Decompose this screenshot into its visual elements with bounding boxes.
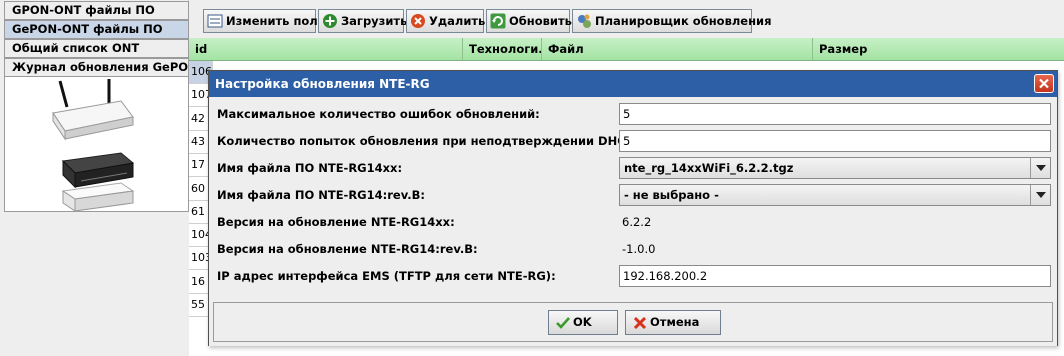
sidebar-item-gpon-firmware[interactable]: GPON-ONT файлы ПО (4, 1, 189, 20)
dhcp-attempts-label: Количество попыток обновления при неподт… (217, 134, 639, 148)
close-button[interactable] (1034, 74, 1054, 93)
delete-icon (411, 14, 425, 28)
update-scheduler-button[interactable]: Планировщик обновления (572, 9, 771, 33)
ems-ip-input[interactable] (619, 265, 1051, 287)
nte-rg-update-settings-dialog: Настройка обновления NTE-RG Максимальное… (208, 70, 1058, 346)
edit-fields-label: Изменить поля (226, 14, 326, 28)
sidebar-item-ont-list[interactable]: Общий список ONT (4, 39, 189, 58)
chevron-down-icon[interactable] (1030, 158, 1050, 178)
checkmark-icon (556, 317, 570, 329)
fw-rg14-revb-selected-value: - не выбрано - (624, 188, 719, 202)
cancel-label: Отмена (650, 315, 700, 329)
refresh-button[interactable]: Обновить (486, 9, 572, 33)
dialog-body: Максимальное количество ошибок обновлени… (209, 97, 1057, 346)
ver-rg14-revb-label: Версия на обновление NTE-RG14:rev.B: (217, 242, 478, 256)
device-images-panel (4, 76, 189, 212)
plus-icon (323, 14, 337, 28)
column-header-file[interactable]: Файл (542, 38, 813, 61)
fw-rg14-revb-label: Имя файла ПО NTE-RG14:rev.B: (217, 188, 425, 202)
delete-label: Удалить (429, 14, 486, 28)
ems-ip-label: IP адрес интерфейса EMS (TFTP для сети N… (217, 269, 556, 283)
column-header-id[interactable]: id (189, 38, 463, 61)
ver-rg14xx-value: 6.2.2 (622, 215, 652, 229)
sidebar-item-gepon-firmware[interactable]: GePON-ONT файлы ПО (4, 20, 189, 39)
column-header-size[interactable]: Размер (813, 38, 1064, 61)
fw-rg14xx-selected-value: nte_rg_14xxWiFi_6.2.2.tgz (624, 161, 794, 175)
column-header-technology[interactable]: Технологи... (463, 38, 542, 61)
toolbar: Изменить поля Загрузить Удалить Обновить… (189, 0, 1064, 38)
cancel-icon (633, 316, 647, 330)
refresh-label: Обновить (509, 14, 572, 28)
ok-label: OK (573, 315, 592, 329)
close-icon (1039, 78, 1049, 89)
scheduler-label: Планировщик обновления (595, 14, 772, 28)
scheduler-icon (578, 14, 591, 28)
fw-rg14-revb-select[interactable]: - не выбрано - (619, 184, 1051, 206)
cancel-button[interactable]: Отмена (625, 310, 721, 335)
upload-label: Загрузить (341, 14, 408, 28)
refresh-icon (490, 13, 506, 29)
table-header: id Технологи... Файл Размер (189, 38, 1064, 61)
router-image (52, 79, 135, 211)
ver-rg14-revb-value: -1.0.0 (622, 242, 656, 256)
max-errors-label: Максимальное количество ошибок обновлени… (217, 107, 540, 121)
dialog-button-bar: OK Отмена (213, 302, 1053, 342)
dhcp-attempts-input[interactable] (619, 130, 1051, 152)
fw-rg14xx-select[interactable]: nte_rg_14xxWiFi_6.2.2.tgz (619, 157, 1051, 179)
edit-fields-button[interactable]: Изменить поля (203, 9, 325, 33)
edit-fields-icon (207, 14, 223, 28)
chevron-down-icon[interactable] (1030, 185, 1050, 205)
ok-button[interactable]: OK (548, 310, 618, 335)
sidebar-empty-area (0, 212, 189, 356)
max-errors-input[interactable] (619, 103, 1051, 125)
ver-rg14xx-label: Версия на обновление NTE-RG14xx: (217, 215, 455, 229)
upload-button[interactable]: Загрузить (318, 9, 408, 33)
dialog-title: Настройка обновления NTE-RG (209, 71, 1057, 97)
fw-rg14xx-label: Имя файла ПО NTE-RG14xx: (217, 161, 403, 175)
sidebar-item-gepon-update-log[interactable]: Журнал обновления GePON (4, 58, 189, 77)
delete-button[interactable]: Удалить (406, 9, 486, 33)
sidebar: GPON-ONT файлы ПО GePON-ONT файлы ПО Общ… (0, 0, 189, 356)
